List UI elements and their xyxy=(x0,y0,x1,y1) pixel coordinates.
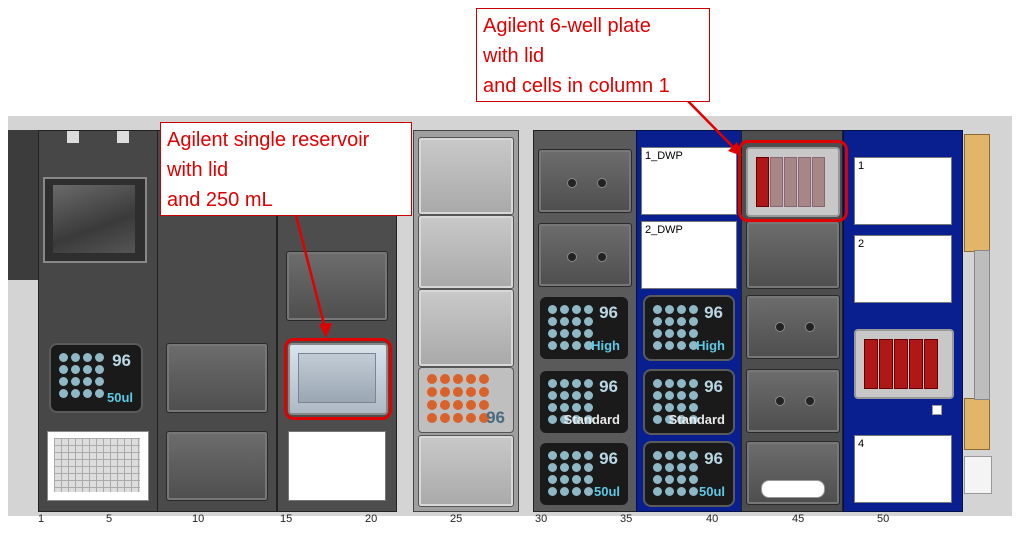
callout-line: and cells in column 1 xyxy=(483,75,670,97)
callout-line: Agilent 6-well plate xyxy=(483,15,651,37)
callout-line: with lid xyxy=(167,159,229,181)
callout-line: Agilent single reservoir xyxy=(167,129,370,151)
callout-line: and 250 mL xyxy=(167,189,273,211)
callout-six-well-plate: Agilent 6-well plate with lid and cells … xyxy=(476,8,710,102)
callout-reservoir: Agilent single reservoir with lid and 25… xyxy=(160,122,412,216)
callout-line: with lid xyxy=(483,45,545,67)
